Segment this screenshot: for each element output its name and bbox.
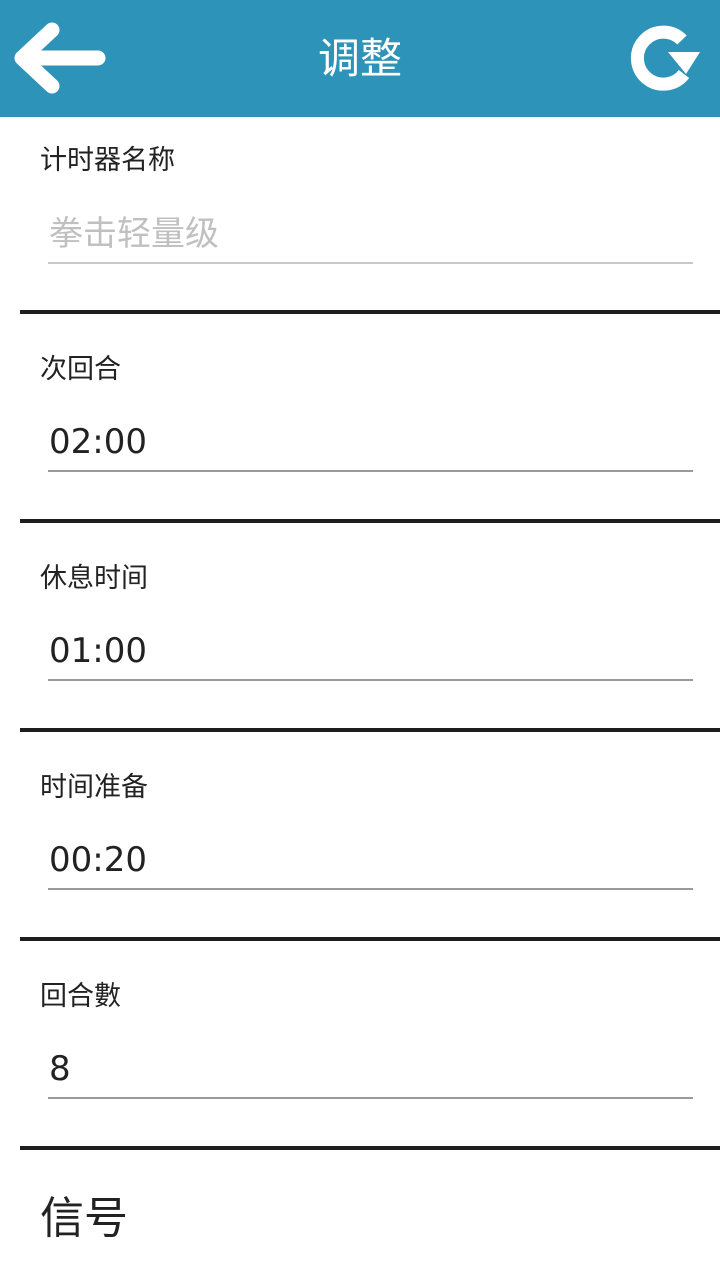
round-time-label: 次回合 <box>40 354 121 385</box>
rounds-label: 回合數 <box>40 981 121 1012</box>
divider <box>20 728 720 732</box>
prep-time-input[interactable] <box>48 832 693 890</box>
signal-section-title: 信号 <box>40 1193 128 1244</box>
round-time-input[interactable] <box>48 414 693 472</box>
timer-name-label: 计时器名称 <box>40 145 175 176</box>
rounds-input[interactable] <box>48 1041 693 1099</box>
arrow-left-icon <box>14 22 106 94</box>
divider <box>20 310 720 314</box>
refresh-icon <box>630 25 700 91</box>
app-bar: 调整 <box>0 0 720 117</box>
rest-time-input[interactable] <box>48 623 693 681</box>
prep-time-label: 时间准备 <box>40 772 148 803</box>
divider <box>20 937 720 941</box>
rest-time-label: 休息时间 <box>40 563 148 594</box>
divider <box>20 1146 720 1150</box>
reset-button[interactable] <box>624 22 704 94</box>
timer-name-input[interactable] <box>48 206 693 264</box>
back-button[interactable] <box>14 22 110 94</box>
divider <box>20 519 720 523</box>
